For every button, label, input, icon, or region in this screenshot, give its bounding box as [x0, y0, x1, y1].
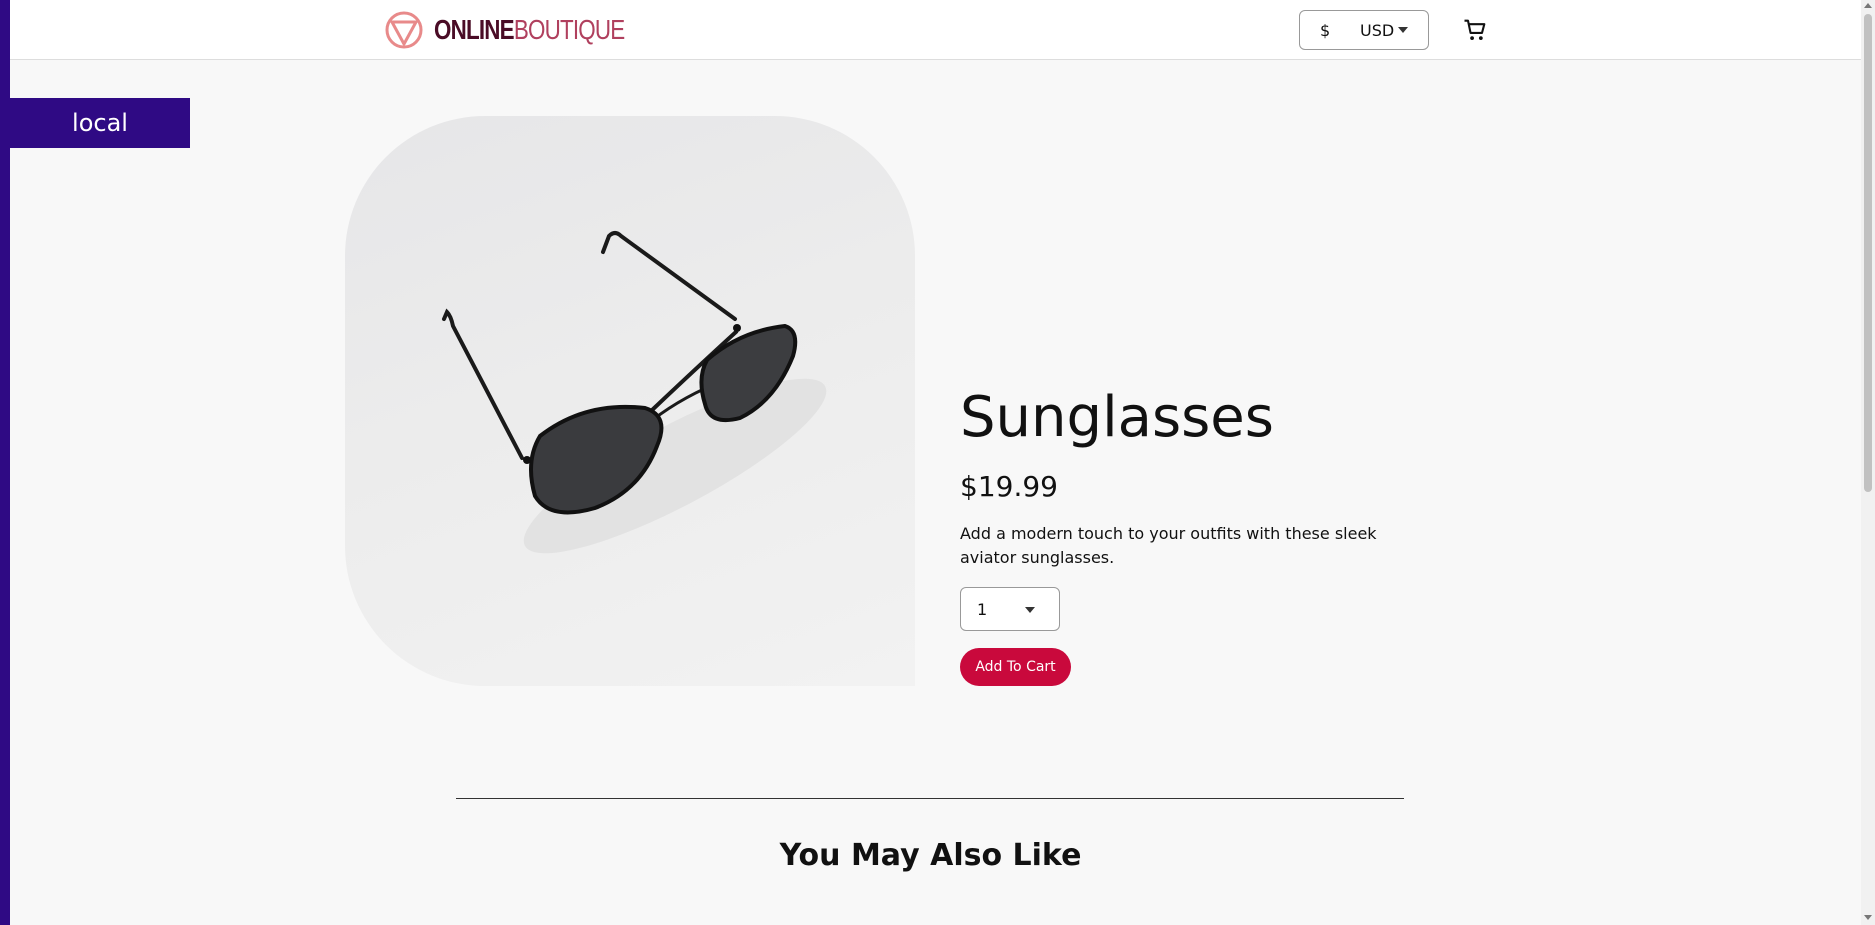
product-price: $19.99 — [960, 470, 1058, 503]
cart-icon-svg — [1464, 19, 1486, 41]
logo-text-light: BOUTIQUE — [513, 14, 625, 45]
product-image — [345, 116, 915, 686]
site-logo[interactable]: ONLINEBOUTIQUE — [384, 9, 672, 51]
scroll-up-arrow-icon[interactable] — [1864, 3, 1872, 8]
cart-icon[interactable] — [1461, 16, 1489, 44]
quantity-value: 1 — [977, 600, 988, 619]
logo-icon — [385, 11, 423, 49]
chevron-down-icon — [1025, 607, 1035, 613]
logo-text-bold: ONLINE — [434, 14, 515, 45]
environment-tag: local — [10, 98, 190, 148]
recommendations-heading: You May Also Like — [779, 838, 1082, 873]
top-header: ONLINEBOUTIQUE $ USD — [10, 0, 1861, 60]
currency-select[interactable]: $ USD — [1299, 10, 1429, 50]
currency-code: USD — [1360, 20, 1395, 40]
sunglasses-icon — [442, 231, 827, 554]
product-description: Add a modern touch to your outfits with … — [960, 524, 1377, 567]
chevron-down-icon — [1398, 27, 1408, 33]
scroll-down-arrow-icon[interactable] — [1864, 915, 1872, 920]
logo-text: ONLINEBOUTIQUE — [434, 14, 625, 46]
product-title: Sunglasses — [960, 385, 1274, 450]
left-accent-bar — [0, 0, 10, 925]
currency-symbol: $ — [1320, 20, 1331, 40]
add-to-cart-button[interactable]: Add To Cart — [960, 648, 1071, 686]
section-divider — [456, 798, 1404, 799]
scrollbar-thumb[interactable] — [1864, 14, 1872, 492]
quantity-select[interactable]: 1 — [960, 587, 1060, 631]
